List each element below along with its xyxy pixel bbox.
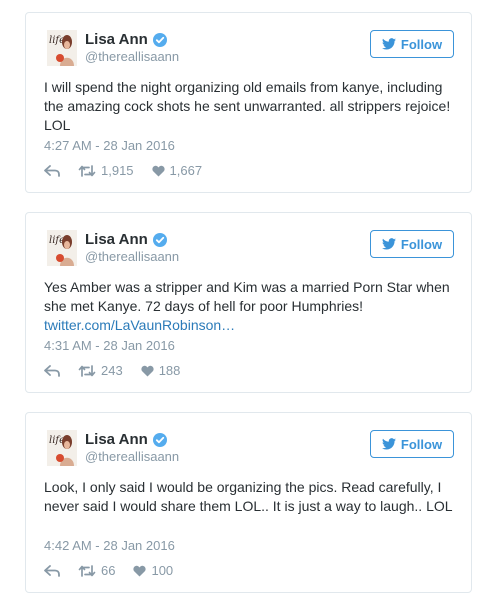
follow-button[interactable]: Follow (370, 230, 454, 258)
like-count: 188 (158, 363, 181, 378)
reply-icon (44, 564, 60, 577)
tweet-actions: 243 188 (44, 363, 198, 378)
follow-label: Follow (400, 436, 443, 452)
tweet-actions: 66 100 (44, 563, 191, 578)
retweet-button[interactable]: 66 (78, 563, 115, 578)
like-count: 100 (151, 563, 174, 578)
avatar[interactable]: life (47, 430, 77, 466)
heart-icon (151, 165, 165, 176)
avatar[interactable]: life (47, 230, 77, 266)
reply-button[interactable] (44, 364, 60, 377)
tweet-timestamp[interactable]: 4:27 AM - 28 Jan 2016 (44, 138, 175, 153)
retweet-button[interactable]: 243 (78, 363, 123, 378)
tweet-body: Yes Amber was a stripper and Kim was a m… (44, 279, 450, 314)
retweet-icon (78, 164, 96, 177)
like-button[interactable]: 188 (141, 363, 181, 378)
display-name[interactable]: Lisa Ann (85, 431, 148, 448)
retweet-count: 1,915 (101, 163, 134, 178)
retweet-count: 66 (101, 563, 116, 578)
follow-label: Follow (400, 236, 443, 252)
tweet-body: Look, I only said I would be organizing … (44, 479, 453, 514)
tweet-body: I will spend the night organizing old em… (44, 79, 451, 133)
user-handle[interactable]: @thereallisaann (85, 49, 179, 64)
avatar[interactable]: life (47, 30, 77, 66)
follow-button[interactable]: Follow (370, 430, 454, 458)
twitter-bird-icon (381, 438, 396, 450)
reply-icon (44, 364, 60, 377)
display-name[interactable]: Lisa Ann (85, 231, 148, 248)
tweet-actions: 1,915 1,667 (44, 163, 220, 178)
twitter-bird-icon (381, 238, 396, 250)
tweet-card: life Lisa Ann @thereallisaann Follow Yes… (25, 212, 472, 393)
like-count: 1,667 (169, 163, 203, 178)
verified-badge-icon (152, 32, 167, 47)
user-handle[interactable]: @thereallisaann (85, 449, 179, 464)
tweet-timestamp[interactable]: 4:42 AM - 28 Jan 2016 (44, 538, 175, 553)
tweet-text: Yes Amber was a stripper and Kim was a m… (44, 278, 457, 335)
tweet-card: life Lisa Ann @thereallisaann Follow Loo… (25, 412, 472, 593)
display-name[interactable]: Lisa Ann (85, 31, 148, 48)
like-button[interactable]: 100 (133, 563, 173, 578)
tweet-text: Look, I only said I would be organizing … (44, 478, 457, 516)
heart-icon (133, 565, 147, 576)
verified-badge-icon (152, 232, 167, 247)
retweet-count: 243 (101, 363, 123, 378)
twitter-bird-icon (381, 38, 396, 50)
retweet-icon (78, 564, 96, 577)
tweet-card: life Lisa Ann @thereallisaann Follow I w… (25, 12, 472, 193)
user-handle[interactable]: @thereallisaann (85, 249, 179, 264)
avatar-image: life (47, 430, 77, 466)
tweet-text: I will spend the night organizing old em… (44, 78, 457, 135)
retweet-icon (78, 364, 96, 377)
avatar-image: life (47, 30, 77, 66)
tweet-link[interactable]: twitter.com/LaVaunRobinson… (44, 317, 235, 333)
tweet-timestamp[interactable]: 4:31 AM - 28 Jan 2016 (44, 338, 175, 353)
follow-label: Follow (400, 36, 443, 52)
heart-icon (141, 365, 154, 376)
like-button[interactable]: 1,667 (151, 163, 203, 178)
reply-button[interactable] (44, 564, 60, 577)
verified-badge-icon (152, 432, 167, 447)
avatar-image: life (47, 230, 77, 266)
reply-button[interactable] (44, 164, 60, 177)
retweet-button[interactable]: 1,915 (78, 163, 134, 178)
follow-button[interactable]: Follow (370, 30, 454, 58)
reply-icon (44, 164, 60, 177)
